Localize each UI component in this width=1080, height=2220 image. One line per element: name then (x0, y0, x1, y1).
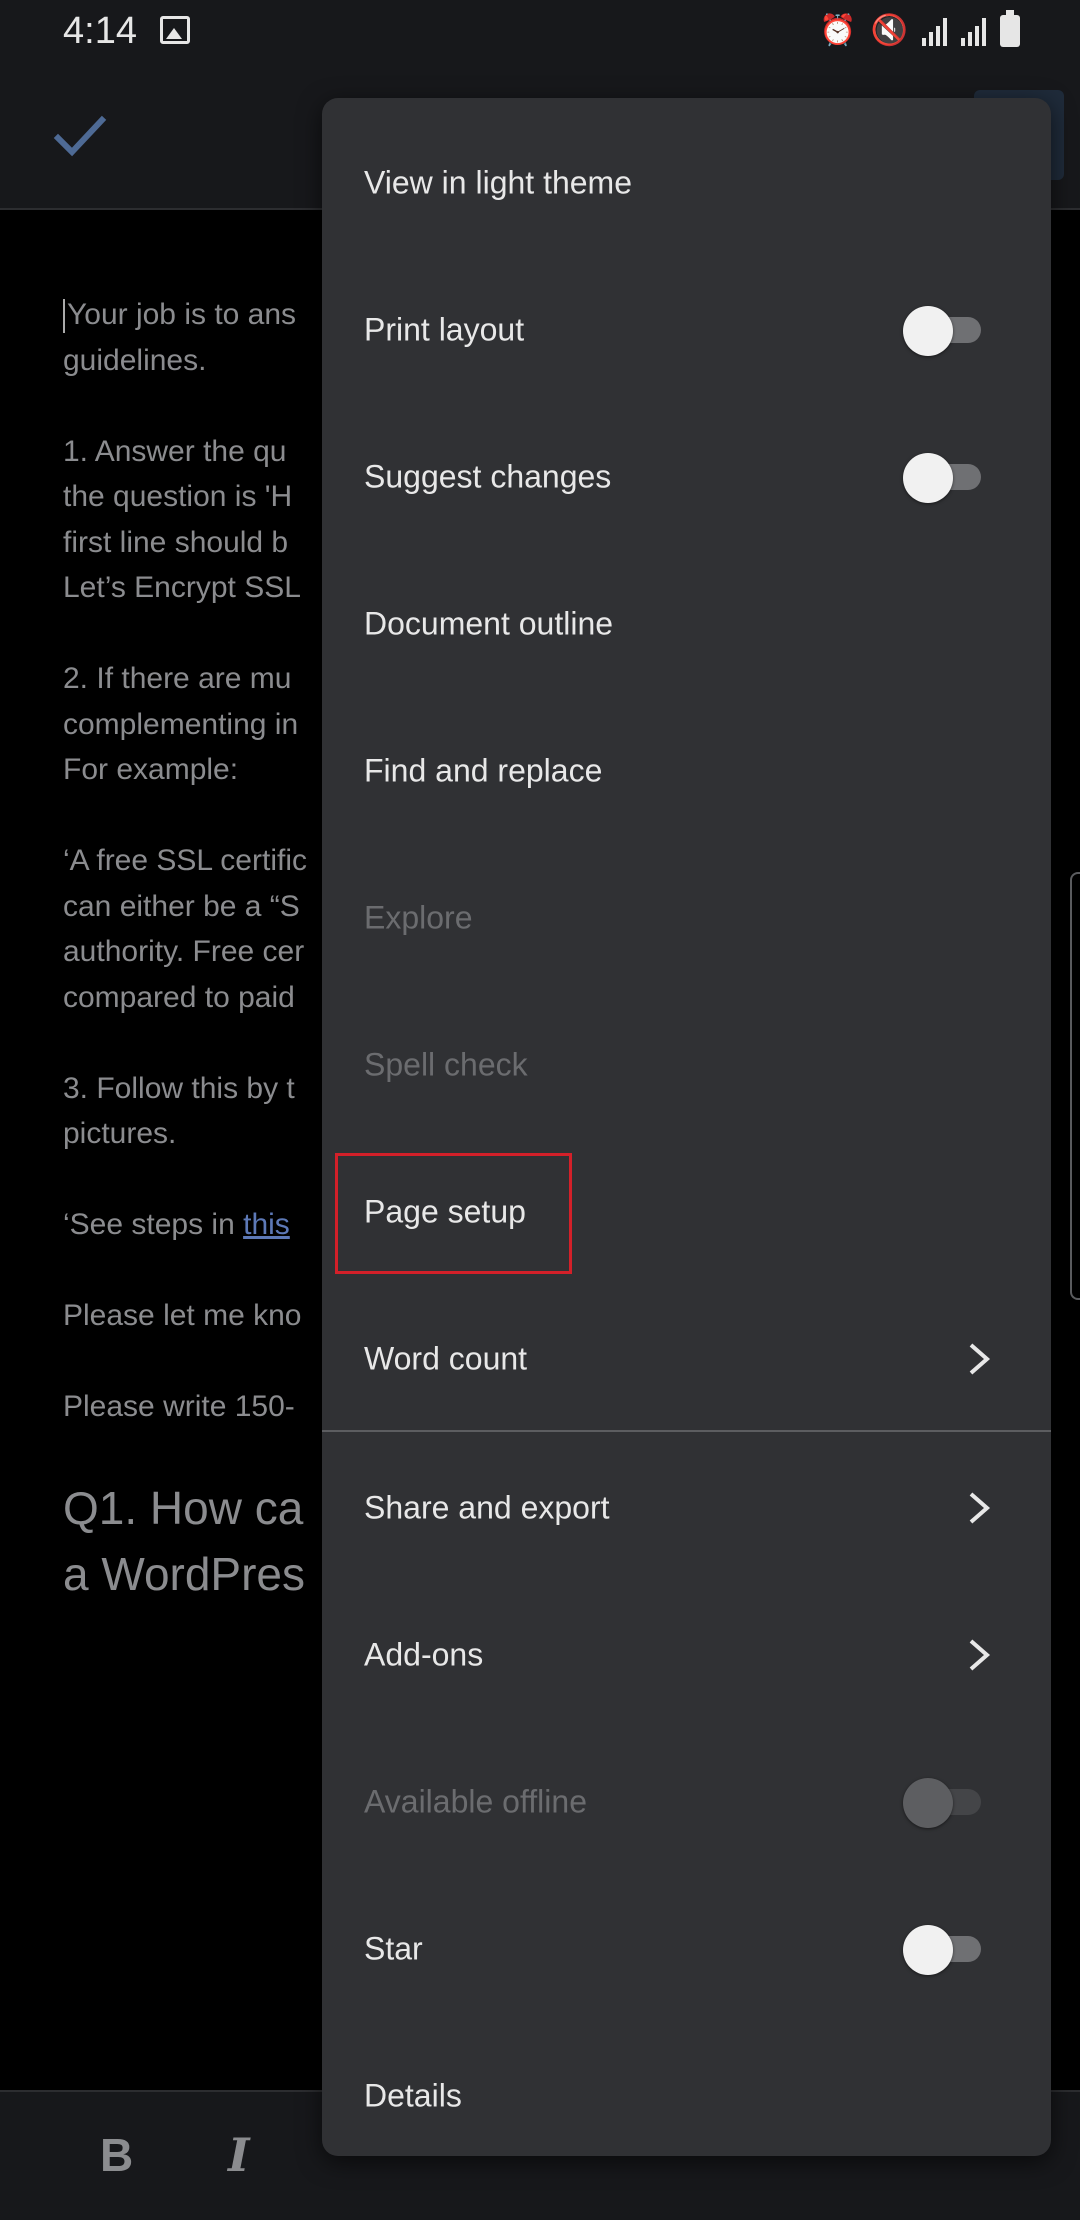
menu-item-view-in-light-theme[interactable]: View in light theme (322, 109, 1051, 256)
image-icon (160, 16, 190, 44)
scrollbar-thumb[interactable] (1070, 872, 1080, 1300)
menu-item-label: Share and export (364, 1489, 610, 1525)
doc-line: guidelines. (63, 343, 207, 377)
doc-line: compared to paid (63, 980, 295, 1014)
status-icons: ⏰ 🔇 (819, 10, 1020, 48)
doc-line: 3. Follow this by t (63, 1071, 295, 1105)
bold-button[interactable]: B (100, 2128, 133, 2182)
check-icon[interactable] (52, 108, 108, 164)
doc-line: 1. Answer the qu (63, 434, 287, 468)
menu-item-star[interactable]: Star (322, 1875, 1051, 2022)
doc-line: authority. Free cer (63, 935, 305, 968)
doc-link[interactable]: this (243, 1208, 290, 1241)
page-setup-highlight-box (335, 1153, 572, 1274)
doc-line: the question is 'H (63, 480, 293, 513)
menu-item-label: Document outline (364, 605, 614, 641)
doc-line: Your job is to ans (67, 298, 297, 331)
doc-heading-line: a WordPres (63, 1548, 306, 1600)
signal-icon (922, 16, 947, 46)
menu-item-spell-check: Spell check (322, 991, 1051, 1138)
menu-item-available-offline: Available offline (322, 1728, 1051, 1875)
menu-item-suggest-changes[interactable]: Suggest changes (322, 403, 1051, 550)
doc-line: Let’s Encrypt SSL (63, 571, 301, 604)
doc-line: Please let me kno (63, 1299, 302, 1332)
doc-line: ‘See steps in (63, 1208, 244, 1241)
doc-line: For example: (63, 753, 239, 786)
menu-item-label: Word count (364, 1340, 528, 1376)
menu-item-label: Suggest changes (364, 458, 612, 494)
doc-line: ‘A free SSL certific (63, 844, 307, 877)
menu-item-label: View in light theme (364, 164, 632, 200)
menu-item-add-ons[interactable]: Add-ons (322, 1581, 1051, 1728)
menu-item-print-layout[interactable]: Print layout (322, 256, 1051, 403)
chevron-right-icon (969, 1342, 991, 1375)
menu-item-label: Details (364, 2077, 462, 2113)
mute-icon: 🔇 (870, 14, 908, 47)
status-bar: 4:14 ⏰ 🔇 (0, 0, 1080, 64)
signal-icon (961, 16, 986, 46)
menu-item-share-and-export[interactable]: Share and export (322, 1434, 1051, 1581)
menu-item-details[interactable]: Details (322, 2022, 1051, 2169)
menu-divider (322, 1430, 1051, 1432)
doc-heading-line: Q1. How ca (63, 1482, 304, 1534)
menu-item-label: Spell check (364, 1046, 528, 1082)
italic-button[interactable]: I (228, 2128, 250, 2182)
doc-line: can either be a “S (63, 889, 300, 923)
doc-line: Please write 150- (63, 1390, 295, 1423)
menu-item-label: Print layout (364, 311, 525, 347)
menu-item-label: Explore (364, 899, 473, 935)
suggest-changes-toggle[interactable] (903, 452, 981, 503)
doc-line: 2. If there are mu (63, 662, 292, 695)
menu-item-label: Find and replace (364, 752, 603, 788)
battery-icon (1000, 10, 1020, 47)
overflow-menu: View in light theme Print layout Suggest… (322, 98, 1051, 2156)
menu-item-find-and-replace[interactable]: Find and replace (322, 697, 1051, 844)
menu-item-label: Star (364, 1930, 423, 1966)
available-offline-toggle (903, 1777, 981, 1828)
menu-item-label: Available offline (364, 1783, 587, 1819)
menu-item-label: Add-ons (364, 1636, 484, 1672)
star-toggle[interactable] (903, 1924, 981, 1975)
doc-line: first line should b (63, 525, 289, 559)
print-layout-toggle[interactable] (903, 305, 981, 356)
menu-item-document-outline[interactable]: Document outline (322, 550, 1051, 697)
menu-item-word-count[interactable]: Word count (322, 1285, 1051, 1432)
chevron-right-icon (969, 1491, 991, 1524)
status-time: 4:14 (63, 10, 137, 52)
doc-line: pictures. (63, 1117, 177, 1150)
doc-line: complementing in (63, 707, 299, 741)
text-cursor (63, 299, 65, 334)
chevron-right-icon (969, 1638, 991, 1671)
alarm-icon: ⏰ (819, 14, 857, 47)
menu-item-explore: Explore (322, 844, 1051, 991)
